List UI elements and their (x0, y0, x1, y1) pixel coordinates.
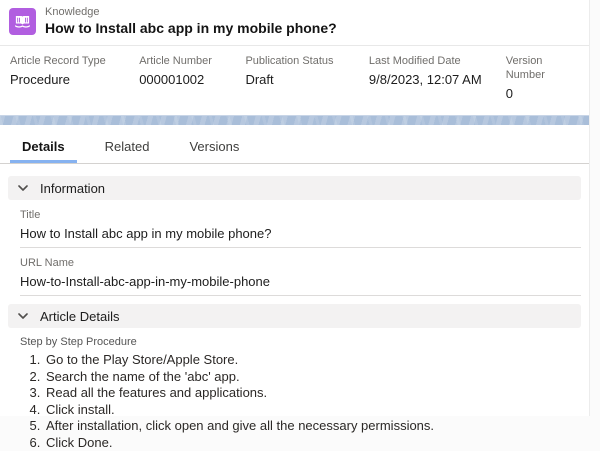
field-label: Version Number (506, 54, 581, 82)
procedure-step: Go to the Play Store/Apple Store. (44, 352, 581, 369)
highlights-panel: Article Record Type Procedure Article Nu… (0, 46, 589, 115)
section-article-details-header[interactable]: Article Details (8, 304, 581, 328)
tab-bar: Details Related Versions (0, 134, 589, 164)
procedure-step: After installation, click open and give … (44, 418, 581, 435)
page-title: How to Install abc app in my mobile phon… (45, 19, 337, 38)
field-label: Publication Status (245, 54, 360, 68)
record-header: Knowledge How to Install abc app in my m… (0, 0, 589, 46)
field-value: 9/8/2023, 12:07 AM (369, 71, 498, 88)
field-url-name: URL Name How-to-Install-abc-app-in-my-mo… (20, 248, 581, 296)
field-title: Title How to Install abc app in my mobil… (20, 200, 581, 248)
field-label: Title (20, 208, 581, 222)
field-label: Last Modified Date (369, 54, 498, 68)
field-publication-status: Publication Status Draft (245, 54, 368, 102)
section-information-header[interactable]: Information (8, 176, 581, 200)
section-title: Article Details (40, 309, 119, 324)
field-article-record-type: Article Record Type Procedure (10, 54, 139, 102)
field-value: 0 (506, 85, 581, 102)
chevron-down-icon (18, 313, 28, 319)
section-title: Information (40, 181, 105, 196)
procedure-step: Search the name of the 'abc' app. (44, 369, 581, 386)
tab-details[interactable]: Details (10, 134, 77, 163)
field-last-modified-date: Last Modified Date 9/8/2023, 12:07 AM (369, 54, 506, 102)
field-value: How to Install abc app in my mobile phon… (20, 225, 581, 242)
chevron-down-icon (18, 185, 28, 191)
procedure-steps-list: Go to the Play Store/Apple Store. Search… (20, 352, 581, 451)
field-label: Article Record Type (10, 54, 131, 68)
field-label: Step by Step Procedure (20, 335, 581, 349)
tab-related[interactable]: Related (93, 134, 162, 163)
field-version-number: Version Number 0 (506, 54, 589, 102)
brand-band (0, 115, 589, 125)
field-value: Draft (245, 71, 360, 88)
details-tab-content: Information Title How to Install abc app… (0, 176, 589, 451)
field-value: 000001002 (139, 71, 237, 88)
knowledge-article-page: Knowledge How to Install abc app in my m… (0, 0, 590, 416)
field-article-number: Article Number 000001002 (139, 54, 245, 102)
field-label: URL Name (20, 256, 581, 270)
tab-versions[interactable]: Versions (177, 134, 251, 163)
knowledge-book-icon (9, 8, 36, 35)
entity-label: Knowledge (45, 6, 337, 19)
procedure-step: Read all the features and applications. (44, 385, 581, 402)
field-step-by-step-procedure: Step by Step Procedure Go to the Play St… (20, 328, 581, 451)
field-value: How-to-Install-abc-app-in-my-mobile-phon… (20, 273, 581, 290)
field-value: Procedure (10, 71, 131, 88)
procedure-step: Click Done. (44, 435, 581, 451)
field-label: Article Number (139, 54, 237, 68)
